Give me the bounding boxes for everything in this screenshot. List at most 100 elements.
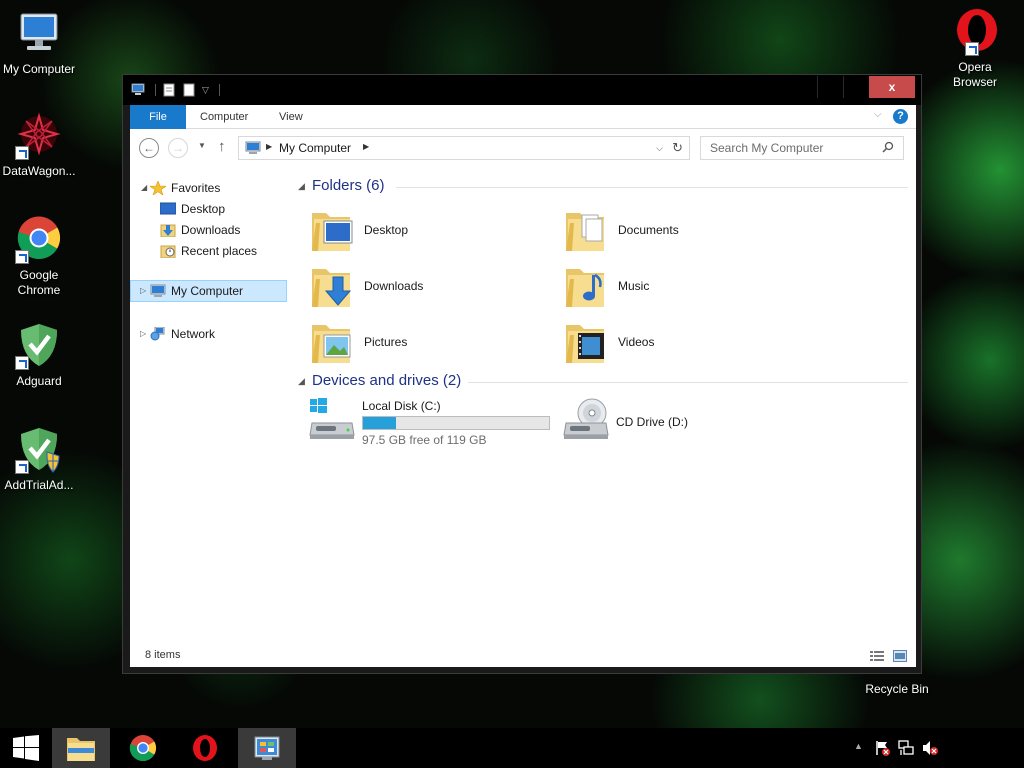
collapsed-caret-icon[interactable]: ▷: [140, 280, 146, 302]
folders-group-header[interactable]: ◢ Folders (6): [298, 177, 908, 197]
taskbar-chrome[interactable]: [114, 728, 172, 768]
group-divider: [468, 382, 908, 383]
action-center-flag-icon[interactable]: [874, 740, 890, 756]
control-panel-icon: [254, 736, 280, 760]
desktop-icon-my-computer[interactable]: My Computer: [0, 10, 78, 77]
search-icon[interactable]: [882, 141, 894, 153]
folder-music[interactable]: Music: [564, 263, 804, 315]
sidebar-item-label: Desktop: [181, 202, 226, 216]
sidebar-item-my-computer[interactable]: ▷ My Computer: [130, 280, 287, 302]
desktop-icon-addtrialad[interactable]: AddTrialAd...: [0, 426, 78, 493]
pictures-folder-icon: [312, 325, 351, 363]
drive-free-space: 97.5 GB free of 119 GB: [362, 433, 487, 447]
folder-documents[interactable]: Documents: [564, 207, 804, 259]
sidebar-item-recent-places[interactable]: Recent places: [130, 240, 287, 262]
desktop-icon-opera[interactable]: Opera Browser: [936, 8, 1014, 90]
folder-pictures[interactable]: Pictures: [310, 319, 550, 371]
address-bar[interactable]: ▶ My Computer ▶ ⌵ ↻: [238, 136, 690, 160]
folders-group-title: Folders (6): [312, 177, 385, 194]
details-view-icon[interactable]: [870, 650, 884, 662]
navigation-pane: ◢ Favorites Desktop Downloads Recent pla…: [130, 167, 290, 645]
folder-downloads[interactable]: Downloads: [310, 263, 550, 315]
ribbon-tabs: File Computer View ⌵ ?: [130, 105, 916, 129]
main-pane: ◢ Folders (6) Desktop Documents Download…: [290, 167, 916, 645]
help-icon[interactable]: ?: [893, 109, 908, 124]
chevron-down-icon[interactable]: ⌵: [874, 109, 886, 123]
shortcut-arrow-icon: [15, 460, 29, 474]
close-button[interactable]: x: [869, 76, 915, 98]
new-folder-icon[interactable]: [182, 83, 196, 97]
folder-label: Desktop: [364, 223, 409, 237]
datawagon-icon: [15, 112, 63, 160]
recent-places-icon: [160, 245, 176, 258]
sidebar-item-downloads[interactable]: Downloads: [130, 219, 287, 241]
maximize-button[interactable]: [843, 76, 869, 98]
computer-icon: [15, 10, 63, 58]
sidebar-item-desktop[interactable]: Desktop: [130, 198, 287, 220]
sidebar-item-label: Network: [171, 327, 216, 341]
shortcut-arrow-icon: [15, 250, 29, 264]
desktop-icon-label: Recycle Bin: [865, 682, 929, 696]
taskbar-opera[interactable]: [176, 728, 234, 768]
drive-local-disk-c[interactable]: Local Disk (C:) 97.5 GB free of 119 GB: [308, 395, 558, 447]
chrome-icon: [129, 735, 157, 762]
navigation-bar: ← → ▼ ↑ ▶ My Computer ▶ ⌵ ↻: [130, 129, 916, 167]
breadcrumb-my-computer[interactable]: My Computer: [279, 141, 351, 155]
documents-folder-icon: [566, 213, 604, 251]
taskbar-file-explorer[interactable]: [52, 728, 110, 768]
adguard-shield-icon: [15, 322, 63, 370]
desktop-icon-google-chrome[interactable]: Google Chrome: [0, 216, 78, 298]
folder-label: Downloads: [364, 279, 424, 293]
folder-label: Videos: [618, 335, 655, 349]
refresh-icon[interactable]: ↻: [672, 140, 683, 156]
network-icon[interactable]: [898, 740, 914, 756]
tab-file[interactable]: File: [130, 105, 186, 129]
minimize-button[interactable]: [817, 76, 843, 98]
breadcrumb-separator-icon[interactable]: ▶: [363, 142, 369, 151]
show-hidden-icons-icon[interactable]: ▲: [854, 741, 863, 751]
properties-icon[interactable]: [162, 83, 176, 97]
up-arrow-icon[interactable]: ↑: [218, 138, 226, 155]
recent-locations-dropdown-icon[interactable]: ▼: [198, 141, 206, 150]
customize-toolbar-dropdown-icon[interactable]: ▽: [202, 85, 209, 96]
desktop-icon-label: DataWagon...: [2, 164, 76, 178]
toolbar-divider: [218, 84, 220, 96]
file-explorer-window[interactable]: ▽ x File Computer View ⌵ ? ← → ▼ ↑ ▶ My …: [122, 74, 922, 674]
folder-desktop[interactable]: Desktop: [310, 207, 550, 259]
videos-folder-icon: [566, 325, 604, 363]
group-collapse-caret-icon[interactable]: ◢: [298, 376, 305, 387]
folder-videos[interactable]: Videos: [564, 319, 804, 371]
forward-button[interactable]: →: [168, 138, 188, 158]
sidebar-item-network[interactable]: ▷ Network: [130, 323, 287, 345]
drive-usage-bar: [362, 416, 550, 430]
file-explorer-icon: [67, 738, 95, 761]
tab-computer[interactable]: Computer: [200, 105, 248, 129]
desktop-icon-datawagon[interactable]: DataWagon...: [0, 112, 78, 179]
folder-label: Pictures: [364, 335, 408, 349]
search-input[interactable]: [700, 136, 904, 160]
breadcrumb-separator-icon[interactable]: ▶: [266, 142, 272, 151]
desktop-icon-recycle-bin[interactable]: Recycle Bin: [858, 682, 936, 697]
expanded-caret-icon[interactable]: ◢: [141, 177, 147, 199]
computer-icon: [131, 83, 145, 95]
group-collapse-caret-icon[interactable]: ◢: [298, 181, 305, 192]
back-button[interactable]: ←: [139, 138, 159, 158]
collapsed-caret-icon[interactable]: ▷: [140, 323, 146, 345]
sidebar-item-label: Recent places: [181, 244, 258, 258]
desktop-icon-adguard[interactable]: Adguard: [0, 322, 78, 389]
sidebar-item-favorites[interactable]: ◢ Favorites: [130, 177, 287, 199]
volume-muted-icon[interactable]: [922, 740, 938, 756]
drives-group-title: Devices and drives (2): [312, 372, 462, 389]
item-count: 8 items: [145, 649, 181, 661]
address-history-dropdown-icon[interactable]: ⌵: [656, 143, 663, 154]
taskbar-control-panel[interactable]: [238, 728, 296, 768]
shortcut-arrow-icon: [15, 146, 29, 160]
drives-group-header[interactable]: ◢ Devices and drives (2): [298, 372, 908, 392]
tab-view[interactable]: View: [279, 105, 303, 129]
drive-label: Local Disk (C:): [362, 399, 441, 413]
large-icons-view-icon[interactable]: [893, 650, 907, 662]
drive-cd-d[interactable]: CD Drive (D:): [562, 395, 762, 447]
start-button[interactable]: [0, 728, 52, 768]
drive-usage-fill: [363, 417, 397, 429]
title-bar[interactable]: ▽ x: [123, 75, 921, 105]
